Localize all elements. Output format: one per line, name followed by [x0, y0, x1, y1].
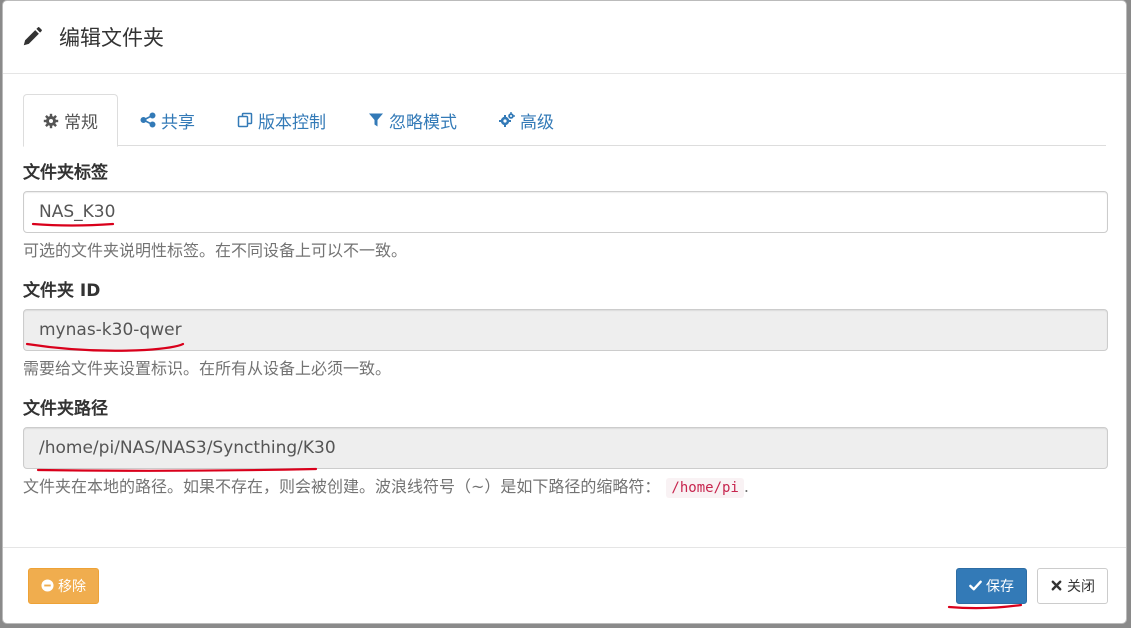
tab-versioning[interactable]: 版本控制 — [217, 94, 346, 146]
dialog-title: 编辑文件夹 — [59, 26, 164, 50]
dialog-footer: 移除 保存 关闭 — [3, 547, 1126, 623]
folder-id-title: 文件夹 ID — [23, 281, 101, 301]
share-icon — [140, 112, 156, 128]
check-icon — [969, 579, 982, 592]
folder-path-help-end: . — [743, 477, 749, 496]
folder-label-help: 可选的文件夹说明性标签。在不同设备上可以不一致。 — [23, 241, 408, 260]
pencil-icon — [21, 26, 43, 48]
folder-path-input[interactable] — [23, 427, 1108, 469]
folder-label-group: 文件夹标签 可选的文件夹说明性标签。在不同设备上可以不一致。 — [23, 158, 1108, 262]
tab-advanced[interactable]: 高级 — [479, 94, 574, 146]
cogs-icon — [499, 112, 515, 128]
dialog-body: 常规 共享 版本控制 忽略模式 高级 文件夹标签 NAS_K30 可选的文件夹说… — [3, 74, 1126, 499]
close-icon — [1050, 579, 1063, 592]
remove-button-label: 移除 — [58, 578, 86, 595]
folder-path-help-text: 文件夹在本地的路径。如果不存在，则会被创建。波浪线符号（~）是如下路径的缩略符： — [23, 477, 661, 496]
dialog-header: 编辑文件夹 — [3, 1, 1126, 74]
folder-id-group: 文件夹 ID 需要给文件夹设置标识。在所有从设备上必须一致。 — [23, 276, 1108, 380]
close-button[interactable]: 关闭 — [1037, 567, 1108, 604]
save-button-label: 保存 — [986, 578, 1014, 595]
footer-actions: 保存 关闭 — [956, 567, 1108, 604]
folder-path-title: 文件夹路径 — [23, 399, 108, 419]
tab-advanced-label: 高级 — [520, 112, 554, 133]
tab-general-label: 常规 — [64, 113, 98, 133]
tab-sharing-label: 共享 — [161, 112, 195, 133]
edit-folder-dialog: 编辑文件夹 常规 共享 版本控制 忽略模式 高级 文件夹标签 NAS_K30 可… — [2, 0, 1127, 624]
close-button-label: 关闭 — [1067, 578, 1095, 595]
gear-icon — [43, 113, 59, 129]
folder-label-title: 文件夹标签 — [23, 163, 108, 183]
filter-icon — [368, 112, 384, 128]
tab-bar: 常规 共享 版本控制 忽略模式 高级 — [23, 94, 1106, 147]
tab-sharing[interactable]: 共享 — [120, 94, 215, 146]
copy-icon — [237, 112, 253, 128]
folder-path-help: 文件夹在本地的路径。如果不存在，则会被创建。波浪线符号（~）是如下路径的缩略符：… — [23, 476, 1106, 499]
minus-circle-icon — [41, 579, 54, 592]
remove-button[interactable]: 移除 — [28, 567, 99, 604]
save-button[interactable]: 保存 — [956, 567, 1027, 604]
home-path-code: /home/pi — [666, 478, 744, 498]
tab-versioning-label: 版本控制 — [258, 112, 326, 133]
tab-ignore-patterns-label: 忽略模式 — [389, 112, 457, 133]
folder-path-group: 文件夹路径 文件夹在本地的路径。如果不存在，则会被创建。波浪线符号（~）是如下路… — [23, 394, 1108, 499]
folder-id-help: 需要给文件夹设置标识。在所有从设备上必须一致。 — [23, 359, 392, 378]
folder-label-input[interactable] — [23, 191, 1108, 233]
folder-id-input[interactable] — [23, 309, 1108, 351]
tab-general[interactable]: 常规 — [23, 94, 118, 147]
tab-ignore-patterns[interactable]: 忽略模式 — [348, 94, 477, 146]
